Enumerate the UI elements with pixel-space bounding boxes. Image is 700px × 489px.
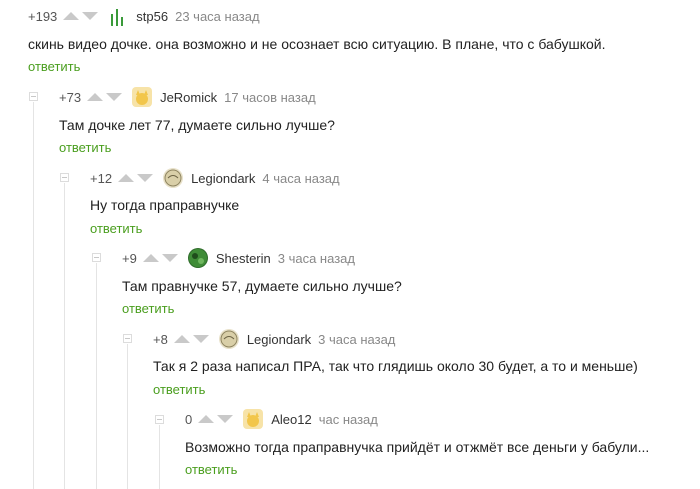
comment-text: Так я 2 раза написал ПРА, так что глядиш… bbox=[153, 358, 638, 374]
comment-text: скинь видео дочке. она возможно и не осо… bbox=[28, 36, 606, 52]
author-name[interactable]: Aleo12 bbox=[271, 412, 311, 427]
downvote-icon[interactable] bbox=[161, 254, 178, 262]
thread-line[interactable] bbox=[64, 183, 65, 489]
thread-line[interactable] bbox=[127, 344, 128, 489]
comment-text: Там дочке лет 77, думаете сильно лучше? bbox=[59, 117, 335, 133]
avatar[interactable] bbox=[218, 329, 239, 349]
upvote-icon[interactable] bbox=[63, 12, 80, 20]
author-name[interactable]: Legiondark bbox=[191, 171, 255, 186]
rating: +193 bbox=[28, 8, 58, 24]
avatar[interactable] bbox=[187, 248, 208, 268]
author-name[interactable]: Shesterin bbox=[216, 251, 271, 266]
downvote-icon[interactable] bbox=[137, 174, 154, 182]
comment-header: +8 Legiondark 3 часа назад bbox=[153, 329, 395, 349]
reply-link[interactable]: ответить bbox=[90, 221, 142, 236]
avatar[interactable] bbox=[243, 409, 264, 429]
timestamp[interactable]: 23 часа назад bbox=[175, 9, 259, 24]
rating: +12 bbox=[90, 170, 113, 186]
comment-header: +12 Legiondark 4 часа назад bbox=[90, 168, 340, 188]
bars-icon bbox=[111, 9, 124, 26]
reply-link[interactable]: ответить bbox=[59, 140, 111, 155]
upvote-icon[interactable] bbox=[118, 174, 135, 182]
avatar[interactable] bbox=[163, 168, 184, 188]
reply-link[interactable]: ответить bbox=[153, 382, 205, 397]
sketch-avatar-icon bbox=[220, 330, 238, 348]
collapse-toggle[interactable] bbox=[123, 334, 132, 343]
author-name[interactable]: JeRomick bbox=[160, 90, 217, 105]
rating: +9 bbox=[122, 250, 137, 266]
downvote-icon[interactable] bbox=[82, 12, 99, 20]
upvote-icon[interactable] bbox=[198, 415, 215, 423]
collapse-toggle[interactable] bbox=[29, 92, 38, 101]
timestamp[interactable]: 17 часов назад bbox=[224, 90, 316, 105]
avatar[interactable] bbox=[132, 87, 153, 107]
rating: 0 bbox=[185, 411, 193, 427]
reply-link[interactable]: ответить bbox=[185, 462, 237, 477]
comment-text: Там правнучке 57, думаете сильно лучше? bbox=[122, 278, 402, 294]
collapse-toggle[interactable] bbox=[60, 173, 69, 182]
comment-text: Возможно тогда праправнучка прийдёт и от… bbox=[185, 439, 650, 455]
timestamp[interactable]: 3 часа назад bbox=[278, 251, 355, 266]
cat-avatar-icon bbox=[136, 90, 149, 105]
author-name[interactable]: stp56 bbox=[136, 9, 168, 24]
downvote-icon[interactable] bbox=[192, 335, 209, 343]
comment-header: +9 Shesterin 3 часа назад bbox=[122, 248, 355, 268]
green-avatar-icon bbox=[188, 249, 207, 267]
comment-text: Ну тогда праправнучке bbox=[90, 197, 240, 213]
comment-header: +193 stp56 23 часа назад bbox=[28, 6, 260, 26]
avatar[interactable] bbox=[108, 6, 128, 26]
collapse-toggle[interactable] bbox=[92, 253, 101, 262]
upvote-icon[interactable] bbox=[142, 254, 159, 262]
reply-link[interactable]: ответить bbox=[28, 59, 80, 74]
rating: +73 bbox=[59, 89, 82, 105]
collapse-toggle[interactable] bbox=[155, 415, 164, 424]
thread-line[interactable] bbox=[96, 263, 97, 489]
cat-avatar-icon bbox=[247, 412, 260, 427]
thread-line[interactable] bbox=[159, 425, 160, 489]
comment-header: +73 JeRomick 17 часов назад bbox=[59, 87, 316, 107]
rating: +8 bbox=[153, 331, 168, 347]
downvote-icon[interactable] bbox=[217, 415, 234, 423]
thread-line[interactable] bbox=[33, 102, 34, 489]
sketch-avatar-icon bbox=[164, 169, 182, 187]
timestamp[interactable]: 4 часа назад bbox=[262, 171, 339, 186]
author-name[interactable]: Legiondark bbox=[247, 332, 311, 347]
downvote-icon[interactable] bbox=[106, 93, 123, 101]
reply-link[interactable]: ответить bbox=[122, 301, 174, 316]
upvote-icon[interactable] bbox=[173, 335, 190, 343]
timestamp[interactable]: час назад bbox=[319, 412, 378, 427]
comment-header: 0 Aleo12 час назад bbox=[185, 409, 378, 429]
timestamp[interactable]: 3 часа назад bbox=[318, 332, 395, 347]
upvote-icon[interactable] bbox=[87, 93, 104, 101]
